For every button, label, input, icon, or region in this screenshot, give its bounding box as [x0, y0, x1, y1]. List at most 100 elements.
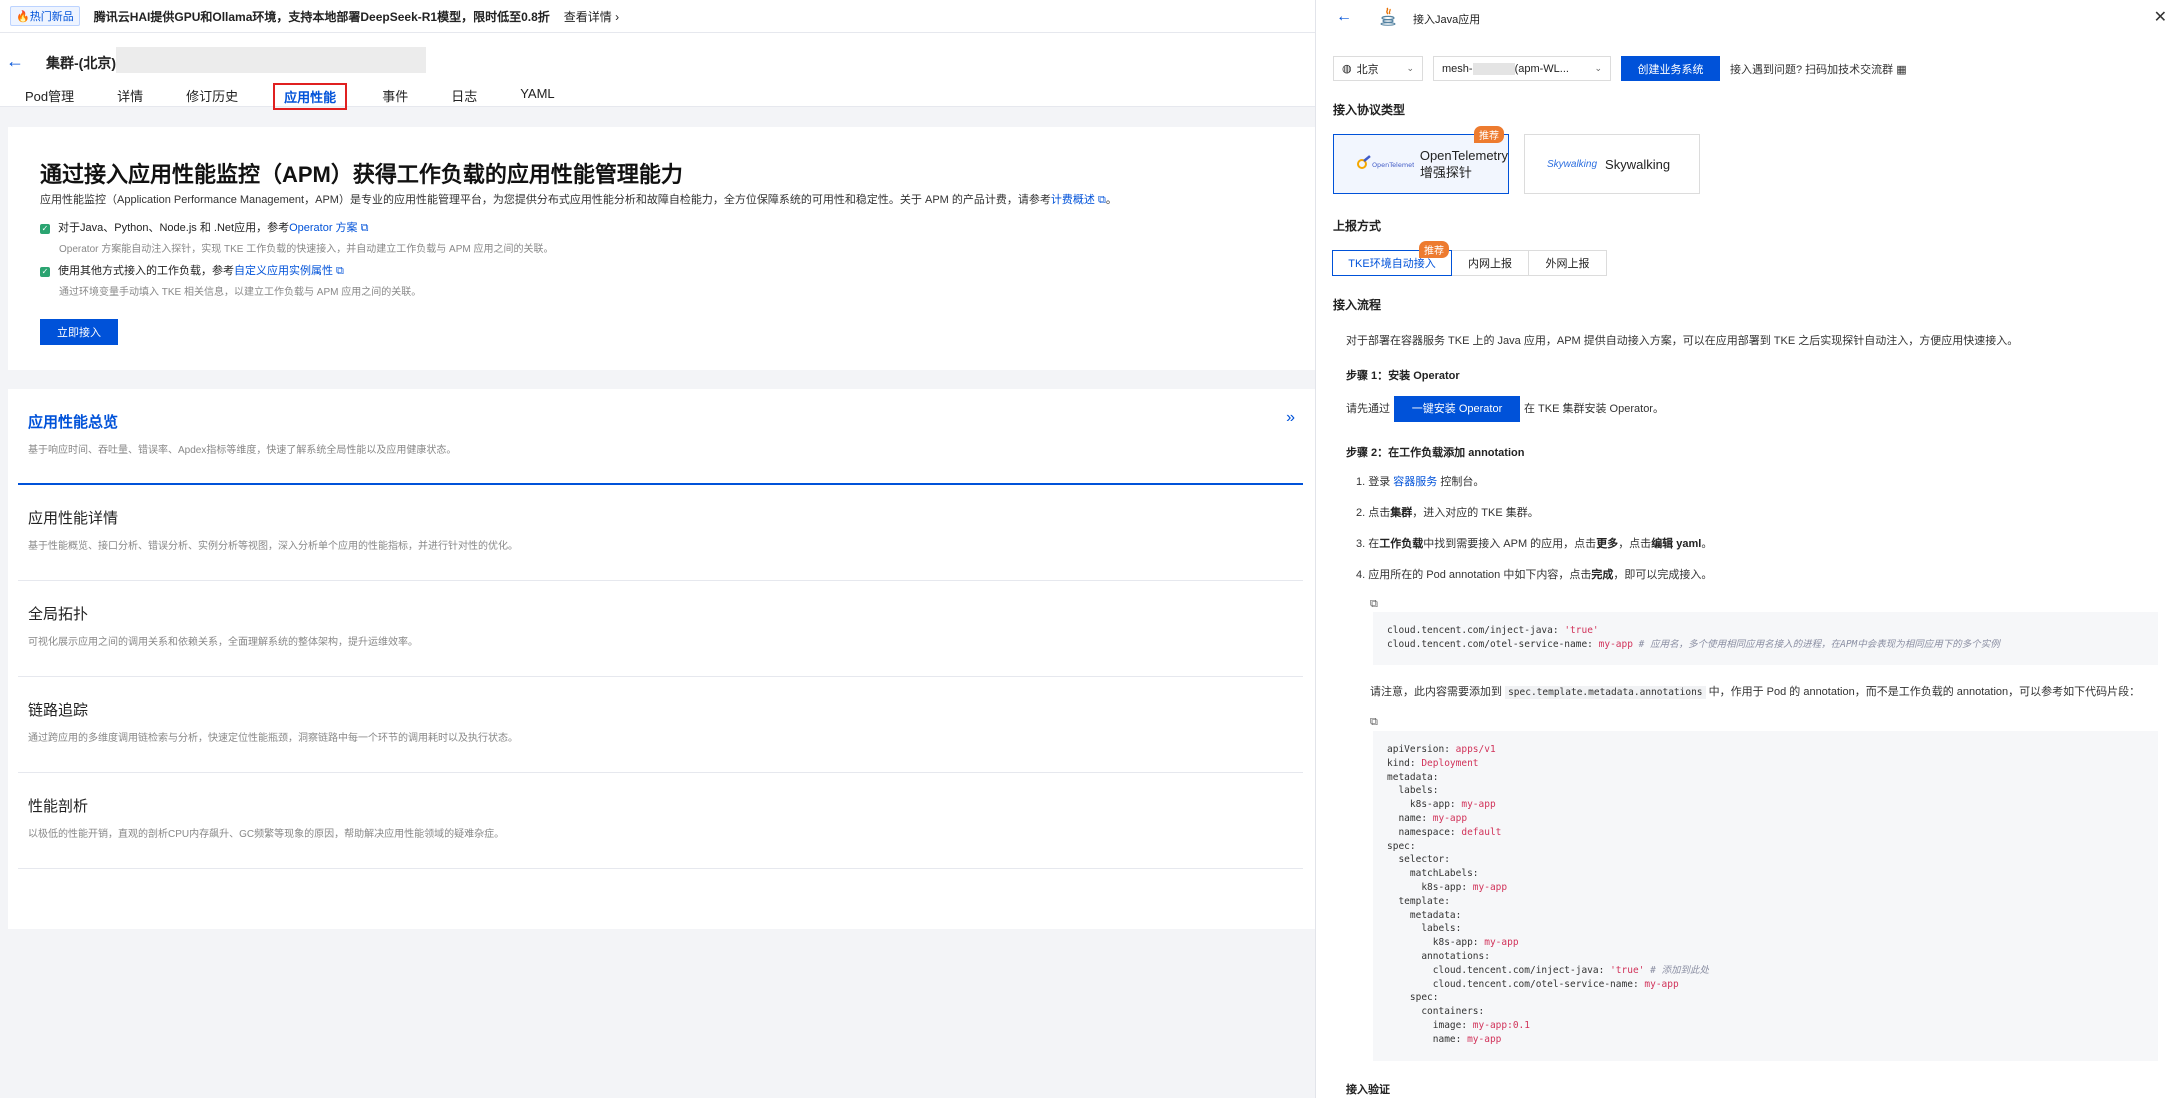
feature-desc: 通过跨应用的多维度调用链检索与分析，快速定位性能瓶颈，洞察链路中每一个环节的调用…: [28, 733, 518, 744]
report-mode-label: 内网上报: [1468, 258, 1512, 270]
tke-console-link[interactable]: 容器服务: [1393, 476, 1437, 488]
check-icon: ✓: [40, 224, 50, 234]
chevron-down-icon: ⌄: [1406, 63, 1414, 73]
copy-icon[interactable]: ⧉: [1370, 598, 1378, 611]
billing-link[interactable]: 计费概述: [1051, 194, 1095, 206]
code-value: default: [1461, 826, 1502, 838]
code-key: cloud.tencent.com/inject-java:: [1387, 625, 1565, 636]
drawer-header: ← 接入Java应用 ✕: [1316, 0, 2180, 34]
main-area: 🔥热门新品 腾讯云HAI提供GPU和Ollama环境，支持本地部署DeepSee…: [0, 0, 1315, 1098]
opentelemetry-logo-icon: OpenTelemetry: [1356, 155, 1414, 169]
code-line: kind: Deployment: [1387, 757, 2144, 771]
back-icon[interactable]: ←: [6, 51, 24, 72]
code-line: image: my-app:0.1: [1387, 1019, 2144, 1033]
step-text: ，进入对应的 TKE 集群。: [1412, 507, 1539, 519]
step2-title: 步骤 2：在工作负载添加 annotation: [1346, 444, 1524, 460]
operator-solution-link[interactable]: Operator 方案: [289, 222, 357, 234]
report-mode-tke-auto[interactable]: 推荐 TKE环境自动接入: [1332, 241, 1452, 276]
tab-details[interactable]: 详情: [109, 83, 151, 110]
business-system-select[interactable]: mesh- (apm-WL... ⌄: [1433, 56, 1611, 81]
code-line: labels:: [1387, 922, 2144, 936]
connect-now-button[interactable]: 立即接入: [40, 319, 118, 345]
java-connect-drawer: ← 接入Java应用 ✕ ◍ 北京 ⌄ mesh- (apm-WL... ⌄ 创…: [1315, 0, 2180, 1098]
code-key: name:: [1387, 812, 1433, 824]
feature-overview[interactable]: 应用性能总览 基于响应时间、吞吐量、错误率、Apdex指标等维度，快速了解系统全…: [18, 389, 1303, 485]
apm-intro-card: 通过接入应用性能监控（APM）获得工作负载的应用性能管理能力 应用性能监控（Ap…: [8, 127, 1315, 370]
option-subtext: Operator 方案能自动注入探针，实现 TKE 工作负载的快速接入，并自动建…: [59, 244, 554, 255]
step-bold: 集群: [1390, 507, 1413, 519]
recommend-tag: 推荐: [1419, 241, 1449, 258]
tab-events[interactable]: 事件: [374, 83, 416, 110]
create-business-system-button[interactable]: 创建业务系统: [1621, 56, 1720, 81]
tab-logs[interactable]: 日志: [443, 83, 485, 110]
feature-list: 应用性能总览 基于响应时间、吞吐量、错误率、Apdex指标等维度，快速了解系统全…: [8, 389, 1315, 929]
protocol-skywalking[interactable]: Skywalking Skywalking: [1524, 134, 1700, 194]
double-chevron-right-icon[interactable]: »: [1286, 409, 1295, 427]
step2-item-1: 1. 登录 容器服务 控制台。: [1356, 473, 1484, 489]
flow-intro: 对于部署在容器服务 TKE 上的 Java 应用，APM 提供自动接入方案，可以…: [1346, 335, 2019, 347]
install-operator-button[interactable]: 一键安装 Operator: [1394, 396, 1520, 422]
hero-description: 应用性能监控（Application Performance Managemen…: [40, 191, 1117, 207]
option-custom: ✓ 使用其他方式接入的工作负载，参考自定义应用实例属性 ⧉ 通过环境变量手动填入 …: [40, 262, 421, 298]
step1-suffix: 在 TKE 集群安装 Operator。: [1524, 402, 1664, 415]
promo-banner[interactable]: 🔥热门新品 腾讯云HAI提供GPU和Ollama环境，支持本地部署DeepSee…: [0, 0, 1315, 33]
qr-code-icon: ▦: [1896, 63, 1907, 76]
step-bold: 编辑 yaml: [1651, 538, 1702, 550]
code-value: my-app: [1644, 978, 1679, 990]
feature-title: 链路追踪: [28, 702, 89, 719]
code-line: cloud.tencent.com/otel-service-name: my-…: [1387, 638, 2144, 652]
mesh-prefix: mesh-: [1442, 62, 1473, 75]
feature-topology[interactable]: 全局拓扑 可视化展示应用之间的调用关系和依赖关系，全面理解系统的整体架构，提升运…: [18, 581, 1303, 677]
flow-section-title: 接入流程: [1333, 298, 1382, 312]
step2-item-4: 4. 应用所在的 Pod annotation 中如下内容，点击完成，即可以完成…: [1356, 566, 1712, 582]
step1-title: 步骤 1：安装 Operator: [1346, 367, 1460, 383]
step1-title-text: 步骤 1：安装 Operator: [1346, 370, 1460, 382]
code-line: k8s-app: my-app: [1387, 936, 2144, 950]
cluster-name-redacted: [116, 47, 426, 73]
otel-logo-text: OpenTelemetry: [1372, 161, 1414, 169]
copy-icon[interactable]: ⧉: [1370, 716, 1378, 729]
step2-item-3: 3. 在工作负载中找到需要接入 APM 的应用，点击更多，点击编辑 yaml。: [1356, 535, 1712, 551]
report-mode-intranet[interactable]: 内网上报: [1451, 250, 1529, 276]
custom-attributes-link[interactable]: 自定义应用实例属性: [234, 265, 333, 277]
code-value: Deployment: [1421, 757, 1479, 769]
step-bold: 工作负载: [1379, 538, 1424, 550]
drawer-controls: ◍ 北京 ⌄ mesh- (apm-WL... ⌄ 创建业务系统 接入遇到问题?…: [1333, 56, 1907, 81]
code-value: 'true': [1564, 625, 1599, 636]
back-icon[interactable]: ←: [1336, 8, 1352, 26]
code-key: k8s-app:: [1387, 937, 1485, 949]
option-subtext: 通过环境变量手动填入 TKE 相关信息，以建立工作负载与 APM 应用之间的关联…: [59, 287, 422, 298]
option-text: 对于Java、Python、Node.js 和 .Net应用，参考: [58, 222, 290, 234]
feature-desc: 基于性能概览、接口分析、错误分析、实例分析等视图，深入分析单个应用的性能指标，并…: [28, 541, 518, 552]
mesh-id-redacted: [1472, 62, 1515, 75]
tab-pod-management[interactable]: Pod管理: [17, 83, 82, 110]
step2-item-2: 2. 点击集群，进入对应的 TKE 集群。: [1356, 504, 1539, 520]
check-icon: ✓: [40, 267, 50, 277]
step-bold: 完成: [1591, 569, 1614, 581]
banner-details-link[interactable]: 查看详情 ›: [564, 8, 619, 25]
report-mode-public[interactable]: 外网上报: [1528, 250, 1607, 276]
report-mode-segment: 推荐 TKE环境自动接入 内网上报 外网上报: [1332, 241, 1607, 276]
close-icon[interactable]: ✕: [2154, 7, 2167, 27]
hot-badge: 🔥热门新品: [10, 6, 80, 26]
feature-details[interactable]: 应用性能详情 基于性能概览、接口分析、错误分析、实例分析等视图，深入分析单个应用…: [18, 485, 1303, 581]
cluster-title: 集群-(北京): [46, 55, 116, 71]
help-qr-link[interactable]: 接入遇到问题? 扫码加技术交流群 ▦: [1730, 61, 1907, 77]
code-key: labels:: [1387, 785, 1439, 797]
feature-profiling[interactable]: 性能剖析 以极低的性能开销，直观的剖析CPU内存飙升、GC频繁等现象的原因，帮助…: [18, 773, 1303, 869]
verify-title-text: 接入验证: [1346, 1084, 1390, 1096]
code-key: labels:: [1387, 923, 1462, 935]
code-line: containers:: [1387, 1005, 2144, 1019]
chevron-down-icon: ⌄: [1594, 63, 1602, 73]
tab-yaml[interactable]: YAML: [512, 83, 562, 110]
code-key: selector:: [1387, 854, 1450, 866]
region-select[interactable]: ◍ 北京 ⌄: [1333, 56, 1423, 81]
feature-tracing[interactable]: 链路追踪 通过跨应用的多维度调用链检索与分析，快速定位性能瓶颈，洞察链路中每一个…: [18, 677, 1303, 773]
code-key: k8s-app:: [1387, 799, 1462, 811]
tab-revision-history[interactable]: 修订历史: [178, 83, 246, 110]
protocol-opentelemetry[interactable]: 推荐 OpenTelemetry OpenTelemetry 增强探针: [1333, 126, 1509, 194]
external-link-icon: ⧉: [333, 265, 344, 277]
help-text: 接入遇到问题? 扫码加技术交流群: [1730, 63, 1894, 76]
tab-app-performance[interactable]: 应用性能: [273, 83, 348, 110]
step1-prefix: 请先通过: [1346, 402, 1390, 415]
